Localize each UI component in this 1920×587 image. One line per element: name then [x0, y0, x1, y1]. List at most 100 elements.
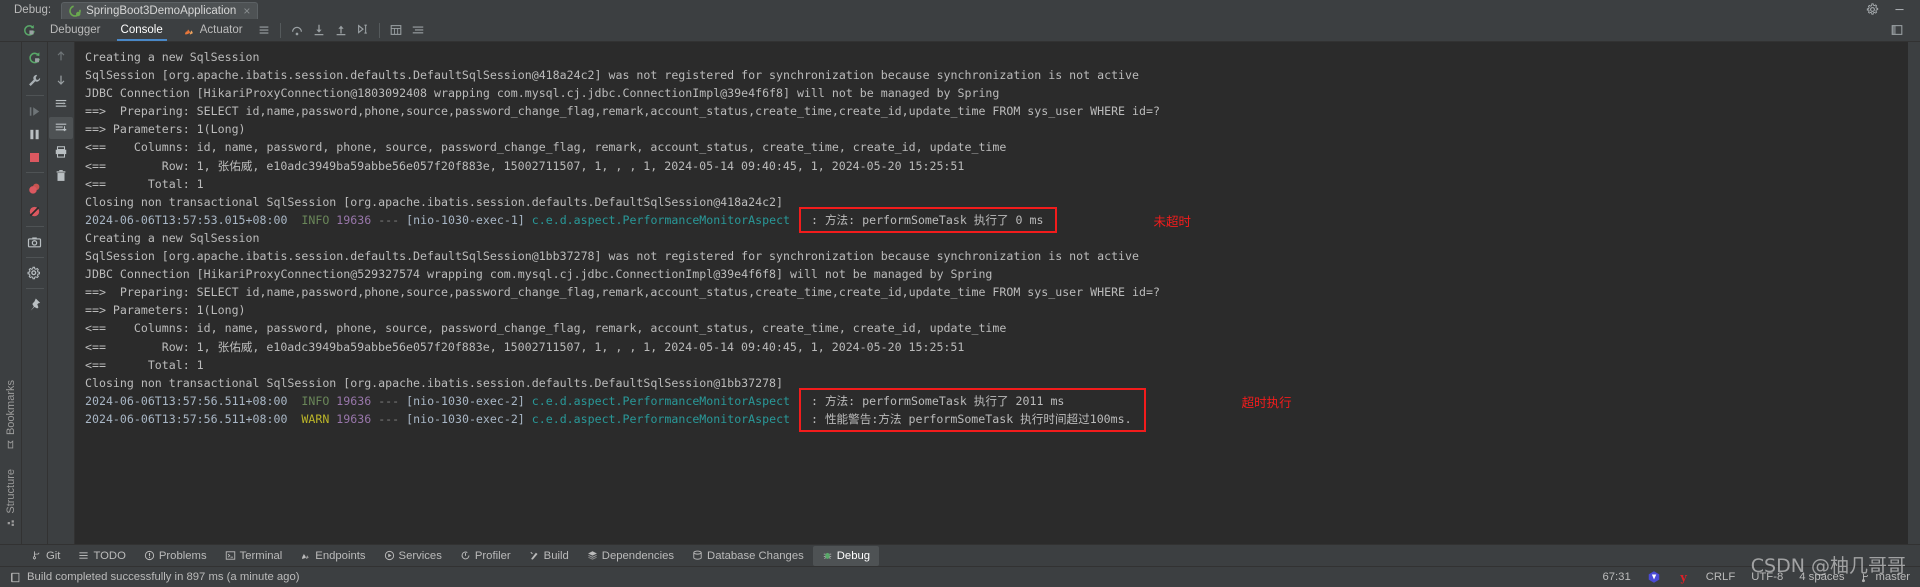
- sidebar-item-structure[interactable]: Structure: [3, 459, 19, 538]
- settings-button[interactable]: [23, 262, 47, 284]
- view-breakpoints-button[interactable]: [23, 177, 47, 199]
- bottom-item-label: Endpoints: [315, 549, 366, 562]
- mute-breakpoints-button[interactable]: [23, 200, 47, 222]
- console-text-line: <== Row: 1, 张佑威, e10adc3949ba59abbe56e05…: [85, 158, 965, 173]
- status-right-area: 67:31 y CRLF UTF-8 4 spaces master: [1602, 570, 1910, 584]
- bottom-item-problems[interactable]: Problems: [135, 546, 216, 566]
- scroll-end-icon[interactable]: [49, 117, 73, 139]
- file-encoding[interactable]: UTF-8: [1751, 571, 1783, 583]
- git-branch[interactable]: master: [1860, 571, 1910, 583]
- git-icon: [31, 550, 42, 561]
- evaluate-icon[interactable]: [385, 20, 407, 40]
- bottom-item-label: Git: [46, 549, 61, 562]
- soft-wrap-icon[interactable]: [407, 20, 429, 40]
- trash-icon[interactable]: [49, 165, 73, 187]
- profiler-icon: [460, 550, 471, 561]
- bottom-item-dependencies[interactable]: Dependencies: [578, 546, 683, 566]
- spring-boot-icon: [69, 5, 81, 17]
- bottom-item-database-changes[interactable]: Database Changes: [683, 546, 813, 566]
- debug-subtab-bar: Debugger Console Actuator: [0, 19, 1920, 42]
- gear-icon[interactable]: [1866, 3, 1879, 16]
- toolbar-separator: [378, 22, 380, 38]
- edit-configurations-button[interactable]: [23, 69, 47, 91]
- close-icon[interactable]: ×: [243, 5, 250, 17]
- settings-icon[interactable]: [1886, 20, 1908, 40]
- console-text-line: <== Columns: id, name, password, phone, …: [85, 140, 1007, 155]
- console-text-line: <== Total: 1: [85, 176, 204, 191]
- console-log-line: 2024-06-06T13:57:53.015+08:00 INFO 19636…: [85, 212, 1044, 227]
- actuator-icon: [183, 24, 196, 37]
- branch-name: master: [1875, 571, 1910, 583]
- sidebar-item-label: Structure: [4, 469, 17, 514]
- bottom-item-git[interactable]: Git: [22, 546, 69, 566]
- bottom-item-label: Services: [398, 549, 442, 562]
- annotation-timed-out: 超时执行: [1241, 394, 1292, 410]
- subtab-label: Console: [120, 24, 163, 36]
- soft-wrap-icon[interactable]: [49, 93, 73, 115]
- resume-program-button[interactable]: [23, 100, 47, 122]
- tab-console[interactable]: Console: [111, 22, 173, 41]
- pause-program-button[interactable]: [23, 123, 47, 145]
- bookmark-icon: [6, 440, 15, 449]
- bottom-item-profiler[interactable]: Profiler: [451, 546, 520, 566]
- run-tab-bar: Debug: SpringBoot3DemoApplication ×: [0, 0, 1920, 20]
- bottom-item-debug[interactable]: Debug: [812, 545, 880, 566]
- arrow-up-icon[interactable]: [49, 45, 73, 67]
- step-over-icon[interactable]: [286, 20, 308, 40]
- tab-actuator[interactable]: Actuator: [173, 22, 253, 39]
- console-text-line: Creating a new SqlSession: [85, 50, 260, 64]
- screenshot-button[interactable]: [23, 231, 47, 253]
- todo-icon: [78, 550, 89, 561]
- stop-button[interactable]: [23, 146, 47, 168]
- pin-tab-button[interactable]: [23, 293, 47, 315]
- step-out-icon[interactable]: [330, 20, 352, 40]
- bottom-item-services[interactable]: Services: [375, 546, 451, 566]
- database-changes-icon: [692, 550, 703, 561]
- build-status-icon: [10, 572, 21, 583]
- bottom-item-endpoints[interactable]: Endpoints: [291, 546, 374, 566]
- rerun-button[interactable]: [23, 46, 47, 68]
- status-message-area[interactable]: Build completed successfully in 897 ms (…: [10, 571, 300, 583]
- bottom-item-label: Dependencies: [601, 549, 675, 562]
- console-marker-gutter[interactable]: [1908, 42, 1920, 544]
- console-text-line: JDBC Connection [HikariProxyConnection@1…: [85, 86, 1000, 101]
- bottom-item-label: Debug: [836, 549, 871, 562]
- console-text-line: <== Row: 1, 张佑威, e10adc3949ba59abbe56e05…: [85, 339, 965, 354]
- bottom-item-todo[interactable]: TODO: [69, 546, 134, 566]
- bottom-item-terminal[interactable]: Terminal: [216, 546, 292, 566]
- console-lines: Creating a new SqlSession SqlSession [org…: [85, 48, 1920, 428]
- sidebar-item-label: Bookmarks: [4, 380, 17, 436]
- arrow-down-icon[interactable]: [49, 69, 73, 91]
- layout-icon[interactable]: [253, 20, 275, 40]
- yandex-icon[interactable]: y: [1677, 570, 1690, 584]
- console-output[interactable]: Creating a new SqlSession SqlSession [org…: [75, 42, 1920, 544]
- run-config-name: SpringBoot3DemoApplication: [86, 5, 237, 17]
- run-configuration-tab[interactable]: SpringBoot3DemoApplication ×: [61, 2, 259, 20]
- line-separator[interactable]: CRLF: [1706, 571, 1736, 583]
- debug-actions-toolbar: [22, 42, 48, 544]
- bottom-tool-window-bar: Git TODO Problems Terminal Endpoints Ser…: [0, 544, 1920, 566]
- sidebar-item-bookmarks[interactable]: Bookmarks: [3, 370, 19, 459]
- tab-debugger[interactable]: Debugger: [40, 22, 111, 38]
- console-log-line: 2024-06-06T13:57:56.511+08:00 WARN 19636…: [85, 411, 1132, 426]
- window-controls: [1866, 3, 1920, 19]
- rerun-icon[interactable]: [18, 23, 40, 37]
- run-to-cursor-icon[interactable]: [352, 20, 374, 40]
- print-icon[interactable]: [49, 141, 73, 163]
- bottom-item-build[interactable]: Build: [520, 546, 578, 566]
- caret-position[interactable]: 67:31: [1602, 571, 1630, 583]
- console-text-line: ==> Preparing: SELECT id,name,password,p…: [85, 104, 1160, 119]
- idea-plugin-icon[interactable]: [1647, 570, 1661, 584]
- debug-label: Debug:: [14, 4, 52, 16]
- terminal-icon: [225, 550, 236, 561]
- structure-icon: [6, 519, 15, 528]
- bottom-item-label: Database Changes: [707, 549, 804, 562]
- subtab-label: Actuator: [199, 24, 243, 36]
- step-into-icon[interactable]: [308, 20, 330, 40]
- annotation-not-timed-out: 未超时: [1153, 213, 1191, 229]
- bottom-item-label: Profiler: [474, 549, 511, 562]
- console-text-line: <== Columns: id, name, password, phone, …: [85, 321, 1007, 336]
- minimize-icon[interactable]: [1893, 3, 1906, 16]
- indent-setting[interactable]: 4 spaces: [1799, 571, 1844, 583]
- main-body: Bookmarks Structure Creating a new SqlSe…: [0, 42, 1920, 544]
